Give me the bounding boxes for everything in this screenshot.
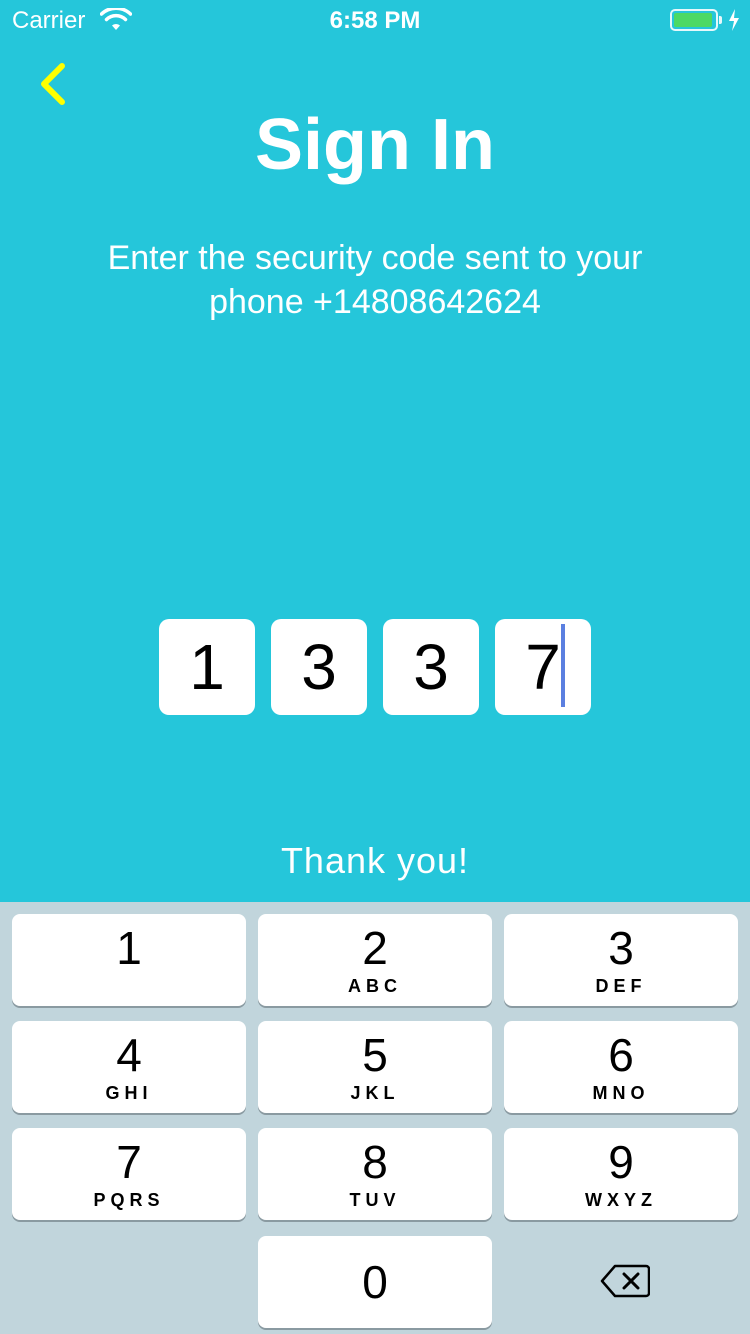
key-8[interactable]: 8 TUV bbox=[258, 1128, 492, 1220]
battery-level bbox=[674, 13, 712, 27]
key-2[interactable]: 2 ABC bbox=[258, 914, 492, 1006]
key-letters: GHI bbox=[105, 1083, 153, 1103]
battery-icon bbox=[670, 9, 718, 31]
code-digit-2[interactable]: 3 bbox=[271, 619, 367, 715]
security-code-input[interactable]: 1 3 3 7 bbox=[159, 619, 591, 715]
battery-tip bbox=[719, 16, 722, 24]
key-letters: TUV bbox=[349, 1190, 401, 1210]
backspace-icon[interactable] bbox=[600, 1264, 650, 1298]
key-1[interactable]: 1 bbox=[12, 914, 246, 1006]
key-4[interactable]: 4 GHI bbox=[12, 1021, 246, 1113]
code-digit-1[interactable]: 1 bbox=[159, 619, 255, 715]
page-title: Sign In bbox=[255, 105, 495, 185]
key-digit: 9 bbox=[608, 1136, 634, 1188]
confirmation-message: Thank you! bbox=[280, 840, 470, 881]
key-digit: 2 bbox=[362, 922, 388, 974]
code-digit-3[interactable]: 3 bbox=[383, 619, 479, 715]
key-7[interactable]: 7 PQRS bbox=[12, 1128, 246, 1220]
key-digit: 7 bbox=[116, 1136, 142, 1188]
key-letters: MNO bbox=[592, 1083, 650, 1103]
key-digit: 4 bbox=[116, 1029, 142, 1081]
instruction-text: Enter the security code sent to your pho… bbox=[107, 239, 643, 321]
status-time: 6:58 PM bbox=[329, 7, 421, 34]
key-6[interactable]: 6 MNO bbox=[504, 1021, 738, 1113]
status-bar: Carrier 6:58 PM bbox=[0, 0, 750, 40]
key-0[interactable]: 0 bbox=[258, 1236, 492, 1328]
back-chevron-icon[interactable] bbox=[30, 60, 78, 108]
key-digit: 5 bbox=[362, 1029, 388, 1081]
key-digit: 3 bbox=[608, 922, 634, 974]
code-digit-4[interactable]: 7 bbox=[495, 619, 591, 715]
key-digit: 0 bbox=[362, 1256, 388, 1308]
key-letters: ABC bbox=[348, 976, 402, 996]
key-letters: WXYZ bbox=[585, 1190, 657, 1210]
key-letters: PQRS bbox=[93, 1190, 165, 1210]
key-3[interactable]: 3 DEF bbox=[504, 914, 738, 1006]
key-digit: 6 bbox=[608, 1029, 634, 1081]
key-5[interactable]: 5 JKL bbox=[258, 1021, 492, 1113]
key-letters: JKL bbox=[350, 1083, 400, 1103]
key-digit: 1 bbox=[116, 922, 142, 974]
text-caret bbox=[561, 624, 565, 707]
key-letters: DEF bbox=[595, 976, 647, 996]
code-digit-4-value: 7 bbox=[525, 631, 561, 703]
key-digit: 8 bbox=[362, 1136, 388, 1188]
charging-bolt-icon bbox=[729, 9, 739, 31]
key-9[interactable]: 9 WXYZ bbox=[504, 1128, 738, 1220]
